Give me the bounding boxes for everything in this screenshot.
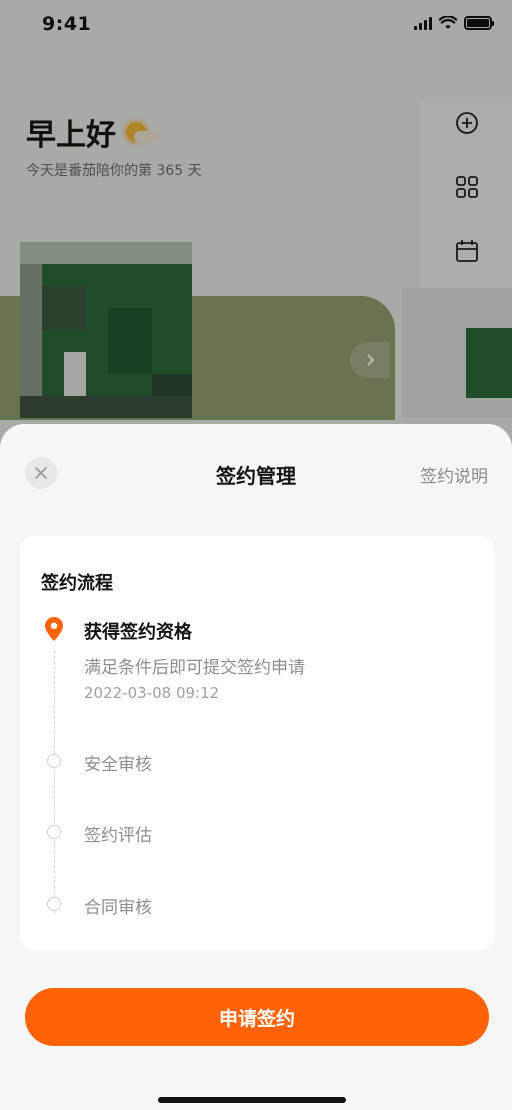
step-contract-review: 合同审核 xyxy=(84,898,152,918)
timeline-line xyxy=(54,651,55,913)
step-qualification-description: 满足条件后即可提交签约申请 xyxy=(84,658,305,678)
step-dot-evaluation xyxy=(47,825,61,839)
step-qualification-time: 2022-03-08 09:12 xyxy=(84,684,220,702)
step-dot-contract xyxy=(47,897,61,911)
process-title: 签约流程 xyxy=(41,573,113,594)
contract-management-sheet: 签约管理 签约说明 签约流程 获得签约资格 满足条件后即可提交签约申请 2022… xyxy=(0,424,512,1110)
step-dot-security xyxy=(47,754,61,768)
contract-help-link[interactable]: 签约说明 xyxy=(420,462,488,487)
contract-process-card: 签约流程 获得签约资格 满足条件后即可提交签约申请 2022-03-08 09:… xyxy=(20,536,495,950)
apply-contract-button[interactable]: 申请签约 xyxy=(25,988,489,1046)
location-pin-icon xyxy=(45,617,63,641)
step-security-review: 安全审核 xyxy=(84,755,152,775)
step-contract-evaluation: 签约评估 xyxy=(84,826,152,846)
home-indicator xyxy=(158,1097,346,1103)
step-qualification-title: 获得签约资格 xyxy=(84,622,192,643)
